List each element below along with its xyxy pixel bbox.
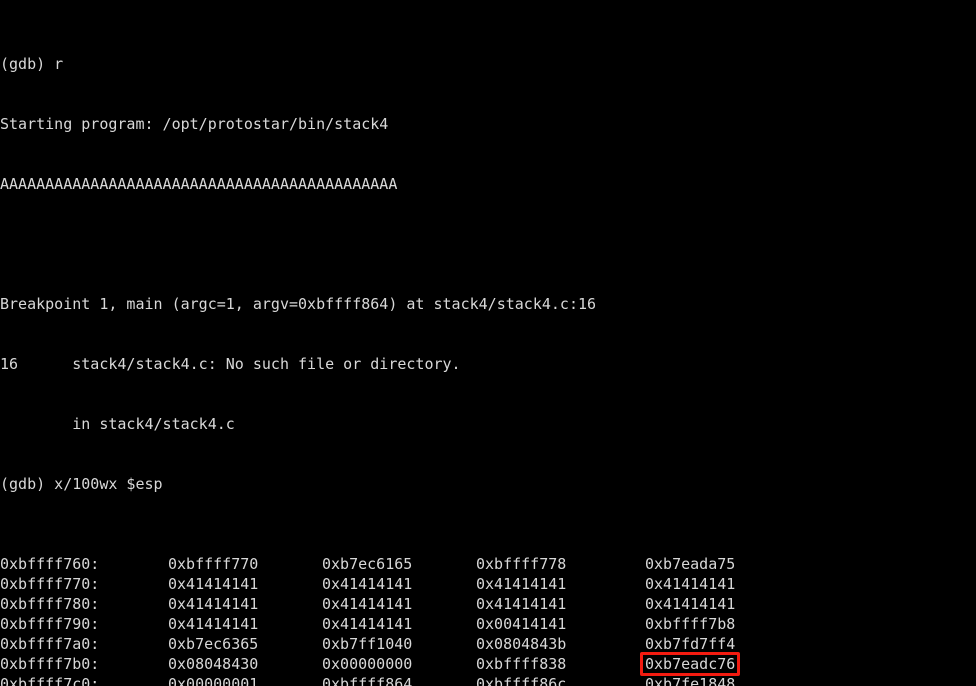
memory-word-value: 0x41414141 [168, 575, 259, 593]
gdb-run-command-line: (gdb) r [0, 55, 64, 73]
memory-word-value: 0x41414141 [168, 595, 259, 613]
memory-word-value: 0x41414141 [322, 615, 413, 633]
memory-word-value: 0xb7ec6165 [322, 555, 413, 573]
memory-word-value: 0xb7ff1040 [322, 635, 413, 653]
memory-word-value: 0xb7ec6365 [168, 635, 259, 653]
memory-word-value: 0xbffff770 [168, 555, 259, 573]
memory-row-address: 0xbffff7a0: [0, 635, 100, 653]
memory-dump-row: 0xbffff780: 0x41414141 0x41414141 0x4141414… [0, 594, 976, 614]
breakpoint-hit-line: Breakpoint 1, main (argc=1, argv=0xbffff… [0, 295, 597, 313]
terminal-window[interactable]: (gdb) r Starting program: /opt/protostar… [0, 0, 976, 686]
memory-word-value: 0xb7eadc76 [645, 655, 736, 673]
terminal-screen: (gdb) r Starting program: /opt/protostar… [0, 0, 976, 686]
memory-word-value: 0xb7fe1848 [645, 675, 736, 686]
memory-dump-row: 0xbffff7a0: 0xb7ec6365 0xb7ff1040 0x0804843… [0, 634, 976, 654]
memory-word-value: 0xb7fd7ff4 [645, 635, 736, 653]
missing-source-line: 16 stack4/stack4.c: No such file or dire… [0, 355, 461, 373]
memory-row-address: 0xbffff760: [0, 555, 100, 573]
payload-output-line: AAAAAAAAAAAAAAAAAAAAAAAAAAAAAAAAAAAAAAAA… [0, 175, 398, 193]
memory-word-value: 0x08048430 [168, 655, 259, 673]
memory-word-value: 0x00000000 [322, 655, 413, 673]
memory-dump-row: 0xbffff790: 0x41414141 0x41414141 0x0041414… [0, 614, 976, 634]
memory-word-value: 0xbffff838 [476, 655, 567, 673]
memory-word-value: 0xbffff778 [476, 555, 567, 573]
gdb-examine-command-line: (gdb) x/100wx $esp [0, 475, 163, 493]
memory-dump-table: 0xbffff760: 0xbffff770 0xb7ec6165 0xbffff77… [0, 554, 976, 686]
memory-word-value: 0x00414141 [476, 615, 567, 633]
memory-word-value: 0xbffff86c [476, 675, 567, 686]
in-source-line: in stack4/stack4.c [0, 415, 235, 433]
memory-word-value: 0xbffff7b8 [645, 615, 736, 633]
memory-word-value: 0xb7eada75 [645, 555, 736, 573]
memory-dump-row: 0xbffff770: 0x41414141 0x41414141 0x4141414… [0, 574, 976, 594]
memory-dump-row: 0xbffff760: 0xbffff770 0xb7ec6165 0xbffff77… [0, 554, 976, 574]
memory-word-value: 0x41414141 [476, 575, 567, 593]
memory-word-value: 0x41414141 [322, 595, 413, 613]
memory-word-value: 0x00000001 [168, 675, 259, 686]
memory-row-address: 0xbffff7b0: [0, 655, 100, 673]
memory-row-address: 0xbffff790: [0, 615, 100, 633]
memory-word-value: 0x41414141 [645, 575, 736, 593]
memory-word-value: 0xbffff864 [322, 675, 413, 686]
memory-word-value: 0x41414141 [645, 595, 736, 613]
program-start-line: Starting program: /opt/protostar/bin/sta… [0, 115, 389, 133]
memory-dump-row: 0xbffff7c0: 0x00000001 0xbffff864 0xbffff86… [0, 674, 976, 686]
memory-row-address: 0xbffff780: [0, 595, 100, 613]
memory-dump-row: 0xbffff7b0: 0x08048430 0x00000000 0xbffff83… [0, 654, 976, 674]
memory-word-value: 0x41414141 [476, 595, 567, 613]
memory-row-address: 0xbffff770: [0, 575, 100, 593]
memory-word-value: 0x41414141 [168, 615, 259, 633]
memory-word-value: 0x0804843b [476, 635, 567, 653]
memory-word-value: 0x41414141 [322, 575, 413, 593]
memory-row-address: 0xbffff7c0: [0, 675, 100, 686]
